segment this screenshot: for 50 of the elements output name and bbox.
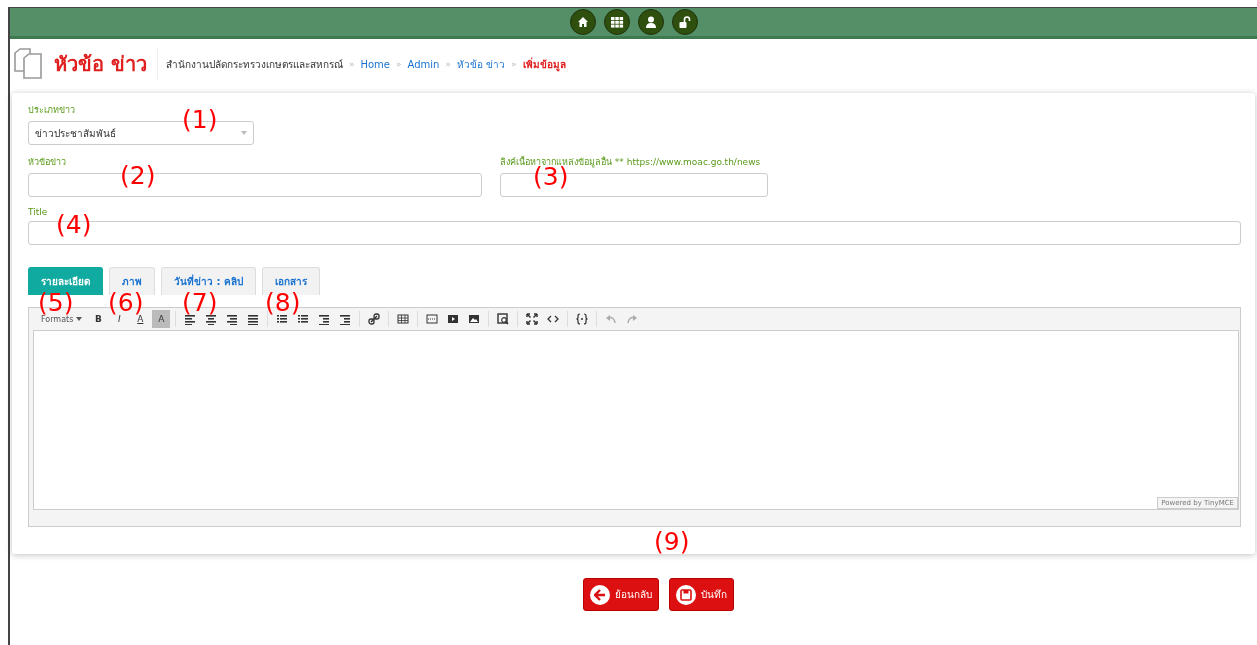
breadcrumb-separator: » [445,59,451,69]
background-color-button[interactable]: A [152,310,171,328]
indent-icon[interactable] [339,313,352,325]
field-label: หัวข้อข่าว [28,156,67,169]
caret-icon [76,317,83,321]
table-icon[interactable] [397,313,410,325]
code-icon[interactable] [547,313,560,325]
annotation-number: (8) [265,293,301,313]
annotation-number: (4) [56,215,92,235]
breadcrumb-link[interactable]: Admin [407,58,440,70]
bold-button[interactable]: B [89,310,108,328]
preview-icon[interactable] [497,313,510,325]
annotation-number: (7) [182,293,218,313]
grid-icon [609,15,624,29]
breadcrumb-item: เพิ่มข้อมูล [522,56,566,72]
numbered-list-icon[interactable] [297,313,310,325]
arrow-left-icon [594,588,606,601]
page-title: หัวข้อ ข่าว [54,48,158,80]
breadcrumb-link[interactable]: Home [360,58,390,70]
save-button[interactable]: บันทึก [669,578,734,611]
user-icon [643,15,658,29]
align-center-icon[interactable] [205,313,218,325]
grid-button[interactable] [603,9,630,35]
media-icon[interactable] [447,313,460,325]
breadcrumb-separator: » [396,59,402,69]
field-label: ลิงค์เนื้อหาจากแหล่งข้อมูลอื่น ** https://www.moac.go.th/news [500,155,762,168]
annotation-number: (2) [120,166,156,186]
justify-icon[interactable] [247,313,260,325]
fullscreen-icon[interactable] [526,313,539,325]
breadcrumb-link[interactable]: หัวข้อ ข่าว [456,56,506,72]
align-left-icon[interactable] [184,313,197,325]
image-icon[interactable] [468,313,481,325]
user-button[interactable] [637,9,664,35]
home-button[interactable] [569,9,596,35]
link-icon[interactable] [368,313,381,325]
outdent-icon[interactable] [318,313,331,325]
align-right-icon[interactable] [226,313,239,325]
caret-icon [241,131,247,135]
breadcrumb-item: สำนักงานปลัดกระทรวงเกษตรและสหกรณ์ [165,57,343,72]
bullet-list-icon[interactable] [276,313,289,325]
field-label: Title [28,207,49,217]
unlock-icon [677,15,692,29]
back-button[interactable]: ย้อนกลับ [583,578,659,611]
unlock-button[interactable] [671,9,698,35]
breadcrumb-separator: » [511,59,517,69]
breadcrumb-separator: » [348,59,355,69]
annotation-number: (9) [654,532,690,552]
braces-icon[interactable] [576,313,589,325]
field-label: ประเภทข่าว [28,104,76,117]
annotation-number: (3) [533,167,569,187]
